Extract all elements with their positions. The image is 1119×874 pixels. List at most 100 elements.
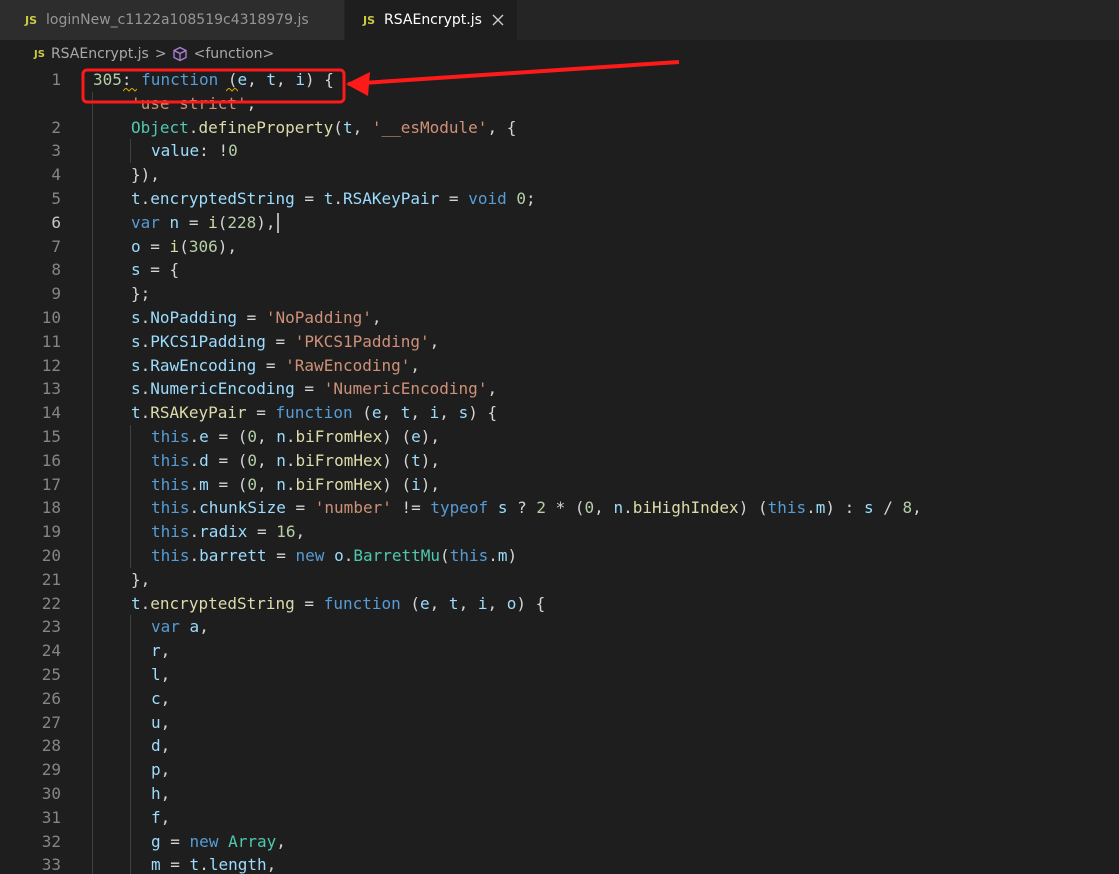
- code-line[interactable]: 33 m = t.length,: [0, 853, 1119, 874]
- code-token: e: [420, 593, 430, 613]
- code-line[interactable]: 32 g = new Array,: [0, 829, 1119, 854]
- indent-guide: [92, 782, 93, 806]
- code-line[interactable]: 31 f,: [0, 805, 1119, 830]
- code-token: RawEncoding: [150, 355, 257, 375]
- code-token: '__esModule': [371, 117, 488, 137]
- tab-rsaencrypt-js[interactable]: JS RSAEncrypt.js: [345, 0, 517, 40]
- code-token: n: [613, 498, 624, 518]
- code-token: ),: [256, 212, 276, 232]
- code-line[interactable]: 8 s = {: [0, 258, 1119, 283]
- indent-guide: [92, 567, 93, 592]
- code-line[interactable]: 27 u,: [0, 710, 1119, 735]
- code-token: !=: [391, 498, 431, 518]
- code-token: ,: [256, 427, 277, 446]
- code-line[interactable]: 6 var n = i(228),: [0, 210, 1119, 235]
- code-token: ?: [507, 498, 537, 518]
- code-token: l: [151, 665, 161, 684]
- code-line[interactable]: 17 this.m = (0, n.biFromHex) (i),: [0, 472, 1119, 497]
- code-line[interactable]: 2 Object.defineProperty(t, '__esModule', …: [0, 115, 1119, 140]
- code-line[interactable]: 9};: [0, 282, 1119, 307]
- code-token: t: [131, 189, 141, 208]
- code-text: this.barrett = new o.BarrettMu(this.m): [151, 544, 517, 568]
- code-token: 'number': [314, 498, 392, 518]
- code-token: .: [188, 117, 199, 137]
- code-token: .: [140, 403, 151, 423]
- code-token: 0: [584, 498, 595, 518]
- code-line[interactable]: 4}),: [0, 163, 1119, 188]
- code-token: .: [189, 522, 200, 542]
- indent-guide: [92, 734, 93, 759]
- code-line[interactable]: 15 this.e = (0, n.biFromHex) (e),: [0, 425, 1119, 449]
- code-token: ,: [371, 308, 382, 327]
- code-line[interactable]: 21},: [0, 567, 1119, 592]
- code-token: .: [189, 450, 200, 470]
- code-text: var a,: [151, 615, 209, 639]
- indent-guide: [92, 686, 93, 711]
- code-token: .: [285, 427, 296, 446]
- code-line[interactable]: 24 r,: [0, 639, 1119, 664]
- code-line[interactable]: 19 this.radix = 16,: [0, 520, 1119, 545]
- code-token: ,: [458, 593, 478, 613]
- code-line[interactable]: 23 var a,: [0, 615, 1119, 640]
- code-editor[interactable]: 1 305: function (e, t, i) {'use strict'; 2…: [0, 68, 1119, 874]
- code-token: = (: [208, 450, 248, 470]
- code-line[interactable]: 13 s.NumericEncoding = 'NumericEncoding',: [0, 377, 1119, 402]
- code-token: this: [767, 498, 807, 518]
- code-token: t: [131, 593, 141, 613]
- code-token: .: [140, 379, 151, 399]
- code-token: =: [294, 593, 324, 613]
- code-line[interactable]: 20 this.barrett = new o.BarrettMu(this.m): [0, 544, 1119, 568]
- code-token: .: [140, 355, 151, 375]
- line-number: 25: [41, 665, 61, 684]
- code-token: ,: [429, 593, 449, 613]
- code-line[interactable]: 16 this.d = (0, n.biFromHex) (t),: [0, 448, 1119, 473]
- code-token: (: [440, 546, 450, 565]
- code-line[interactable]: 1 305: function (e, t, i) {: [0, 68, 1119, 92]
- code-line[interactable]: 25 l,: [0, 663, 1119, 687]
- code-line[interactable]: 'use strict';: [0, 91, 1119, 116]
- line-number: 11: [41, 331, 61, 351]
- code-token: PKCS1Padding: [150, 331, 266, 351]
- code-line[interactable]: 12 s.RawEncoding = 'RawEncoding',: [0, 353, 1119, 378]
- breadcrumb-file[interactable]: RSAEncrypt.js: [51, 46, 149, 62]
- text-cursor: [277, 212, 279, 233]
- line-number: 13: [41, 379, 61, 399]
- code-token: ),: [420, 450, 441, 470]
- indent-guide: [92, 258, 93, 283]
- code-token: (: [179, 236, 189, 256]
- code-line[interactable]: 5 t.encryptedString = t.RSAKeyPair = void…: [0, 187, 1119, 211]
- breadcrumb-symbol[interactable]: <function>: [194, 46, 275, 62]
- code-token: Array: [228, 831, 277, 851]
- code-token: .: [488, 546, 498, 565]
- code-token: i: [295, 70, 305, 89]
- code-token: t: [411, 450, 421, 470]
- code-text: s = {: [131, 258, 179, 282]
- indent-guide: [92, 353, 93, 378]
- code-line[interactable]: 29 p,: [0, 758, 1119, 783]
- code-line[interactable]: 10 s.NoPadding = 'NoPadding',: [0, 306, 1119, 330]
- code-token: 0: [516, 189, 527, 208]
- code-line[interactable]: 28 d,: [0, 734, 1119, 759]
- tab-loginnew-js[interactable]: JS loginNew_c1122a108519c4318979.js: [0, 0, 344, 40]
- code-line[interactable]: 11 s.PKCS1Padding = 'PKCS1Padding',: [0, 329, 1119, 354]
- line-number: 21: [41, 569, 61, 589]
- code-line[interactable]: 3 value: !0: [0, 139, 1119, 164]
- code-token: ),: [420, 427, 441, 446]
- close-icon[interactable]: [491, 13, 505, 27]
- code-token: =: [256, 355, 286, 375]
- code-line[interactable]: 22 t.encryptedString = function (e, t, i,…: [0, 591, 1119, 616]
- code-text: l,: [151, 663, 170, 687]
- code-line[interactable]: 30 h,: [0, 782, 1119, 806]
- indent-guide: [92, 853, 93, 874]
- code-line[interactable]: 7 o = i(306),: [0, 234, 1119, 259]
- line-number: 4: [51, 165, 61, 185]
- indent-guide: [92, 91, 93, 116]
- code-line[interactable]: 26 c,: [0, 686, 1119, 711]
- code-line[interactable]: 14 t.RSAKeyPair = function (e, t, i, s) {: [0, 401, 1119, 426]
- indent-guide: [92, 282, 93, 307]
- code-token: d: [199, 450, 209, 470]
- code-line[interactable]: 18 this.chunkSize = 'number' != typeof s …: [0, 496, 1119, 521]
- code-text: f,: [151, 806, 170, 830]
- code-token: this: [449, 546, 489, 565]
